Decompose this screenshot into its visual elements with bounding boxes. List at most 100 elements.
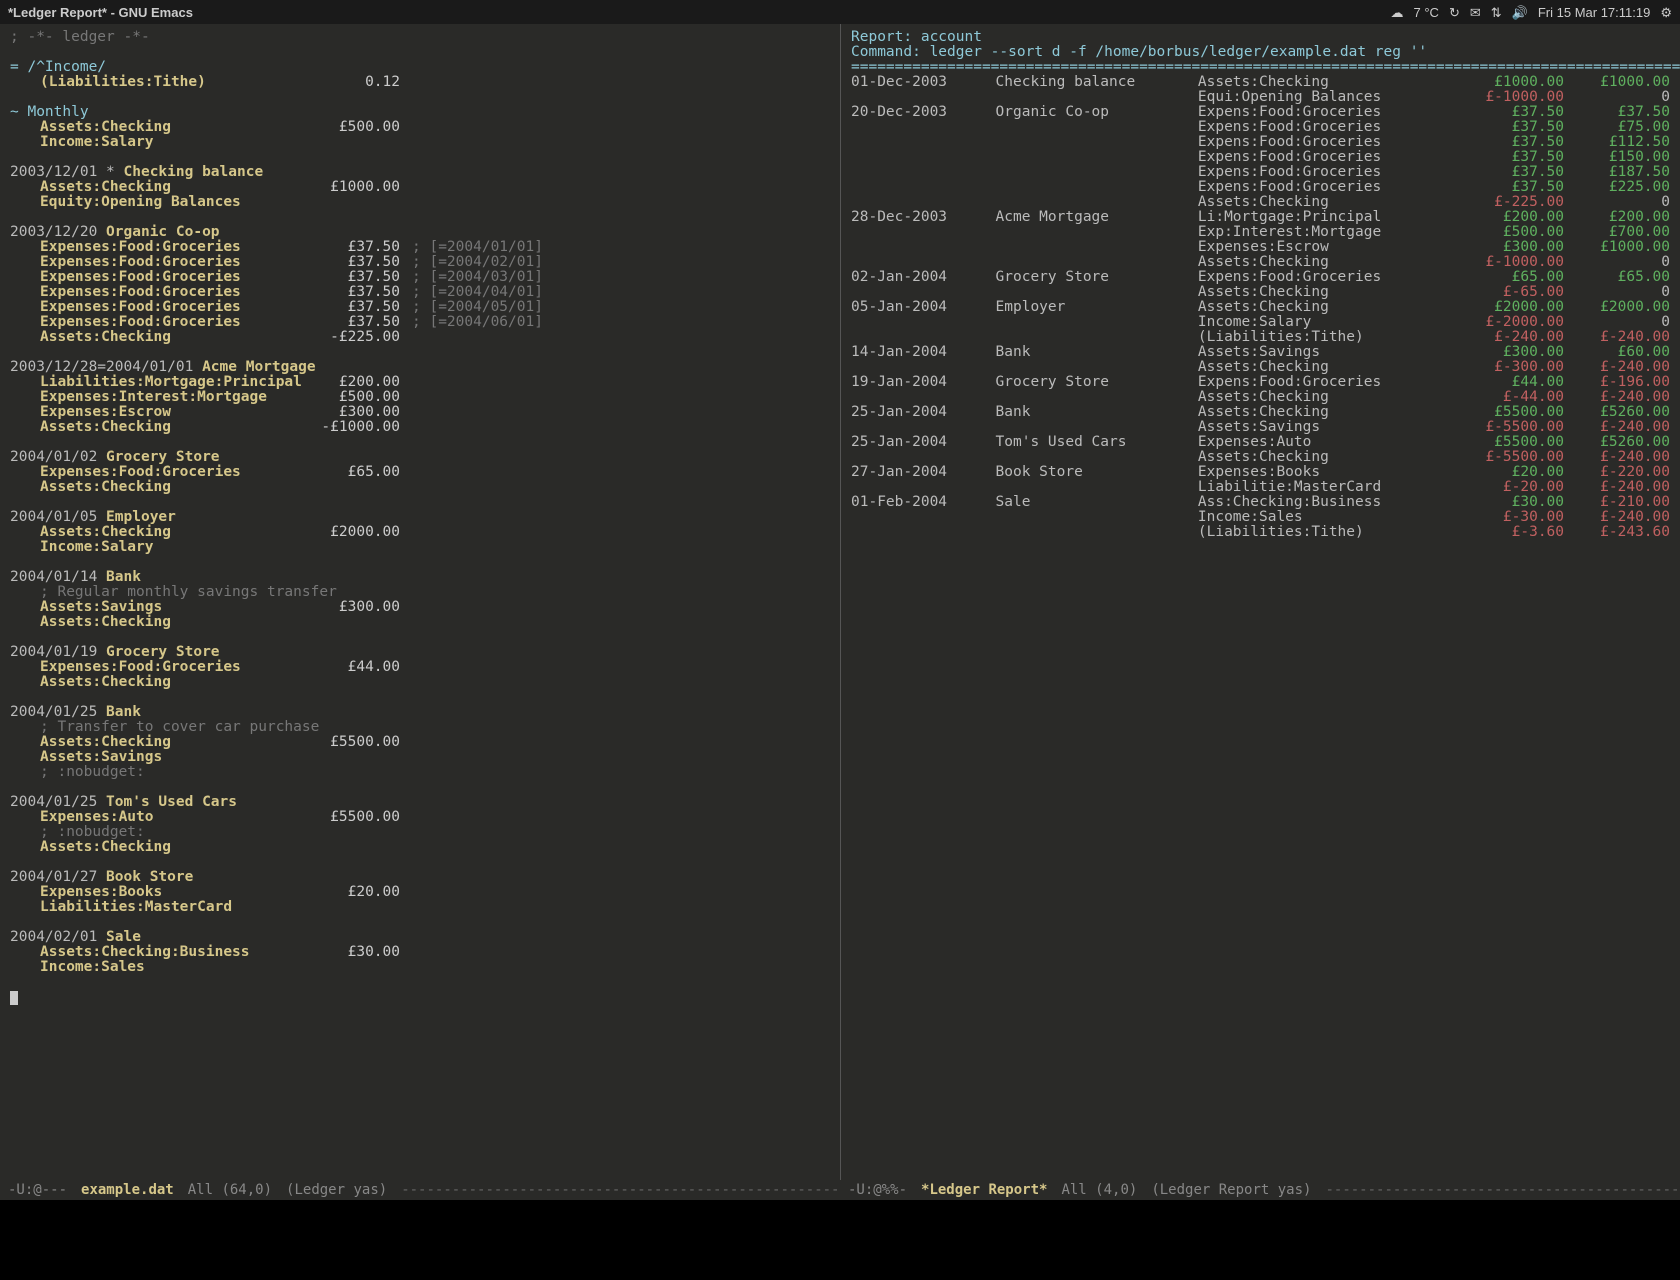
- refresh-icon[interactable]: ↻: [1449, 6, 1460, 19]
- posting: Expenses:Food:Groceries£37.50; [=2004/06…: [10, 315, 830, 330]
- posting: Assets:Checking£2000.00: [10, 525, 830, 540]
- report-row: 01-Dec-2003Checking balanceAssets:Checki…: [851, 75, 1670, 90]
- txn-head: 2004/01/25 Tom's Used Cars: [10, 795, 830, 810]
- txn-head: 2004/01/25 Bank: [10, 705, 830, 720]
- txn-head: 2004/01/19 Grocery Store: [10, 645, 830, 660]
- text-cursor: [10, 991, 18, 1005]
- posting: Expenses:Food:Groceries£37.50; [=2004/04…: [10, 285, 830, 300]
- txn-head: 2004/02/01 Sale: [10, 930, 830, 945]
- report-row: (Liabilities:Tithe)£-3.60£-243.60: [851, 525, 1670, 540]
- txn-head: 2004/01/02 Grocery Store: [10, 450, 830, 465]
- desktop-topbar: *Ledger Report* - GNU Emacs ☁ 7 °C ↻ ✉ ⇅…: [0, 0, 1680, 24]
- window-title: *Ledger Report* - GNU Emacs: [8, 6, 193, 19]
- report-row: Expens:Food:Groceries£37.50£225.00: [851, 180, 1670, 195]
- posting: Expenses:Food:Groceries£37.50; [=2004/01…: [10, 240, 830, 255]
- report-rule: ========================================…: [851, 60, 1670, 75]
- report-row: Equi:Opening Balances£-1000.000: [851, 90, 1670, 105]
- modeline-pos: All (4,0): [1061, 1183, 1137, 1197]
- report-row: Assets:Savings£-5500.00£-240.00: [851, 420, 1670, 435]
- report-row: Liabilitie:MasterCard£-20.00£-240.00: [851, 480, 1670, 495]
- posting: Expenses:Food:Groceries£65.00: [10, 465, 830, 480]
- posting: Income:Salary: [10, 540, 830, 555]
- mail-icon[interactable]: ✉: [1470, 6, 1481, 19]
- settings-icon[interactable]: ⚙: [1660, 6, 1672, 19]
- posting: Assets:Checking-£1000.00: [10, 420, 830, 435]
- posting: Assets:Checking£500.00: [10, 120, 830, 135]
- report-row: (Liabilities:Tithe)£-240.00£-240.00: [851, 330, 1670, 345]
- volume-icon[interactable]: 🔊: [1512, 6, 1528, 19]
- report-row: 20-Dec-2003Organic Co-opExpens:Food:Groc…: [851, 105, 1670, 120]
- posting: Assets:Checking: [10, 480, 830, 495]
- report-row: Expens:Food:Groceries£37.50£75.00: [851, 120, 1670, 135]
- modeline-mode: (Ledger Report yas): [1151, 1183, 1311, 1197]
- modeline-flags: -U:@---: [8, 1183, 67, 1197]
- network-icon[interactable]: ⇅: [1491, 6, 1502, 19]
- report-row: 14-Jan-2004BankAssets:Savings£300.00£60.…: [851, 345, 1670, 360]
- posting: Expenses:Interest:Mortgage£500.00: [10, 390, 830, 405]
- txn-head: 2003/12/28=2004/01/01 Acme Mortgage: [10, 360, 830, 375]
- modeline-flags: -U:@%%-: [848, 1183, 907, 1197]
- txn-head: 2004/01/05 Employer: [10, 510, 830, 525]
- txn-note: ; Regular monthly savings transfer: [10, 585, 830, 600]
- report-row: Income:Salary£-2000.000: [851, 315, 1670, 330]
- txn-note: ; Transfer to cover car purchase: [10, 720, 830, 735]
- report-row: Assets:Checking£-44.00£-240.00: [851, 390, 1670, 405]
- report-row: 01-Feb-2004SaleAss:Checking:Business£30.…: [851, 495, 1670, 510]
- modeline-row: -U:@--- example.dat All (64,0) (Ledger y…: [0, 1180, 1680, 1200]
- report-row: 02-Jan-2004Grocery StoreExpens:Food:Groc…: [851, 270, 1670, 285]
- modeline-fill: ----------------------------------------…: [401, 1183, 840, 1197]
- posting: Assets:Checking: [10, 615, 830, 630]
- report-row: 25-Jan-2004BankAssets:Checking£5500.00£5…: [851, 405, 1670, 420]
- modeline-pos: All (64,0): [188, 1183, 272, 1197]
- posting: Assets:Savings: [10, 750, 830, 765]
- posting: Assets:Checking£1000.00: [10, 180, 830, 195]
- posting: Equity:Opening Balances: [10, 195, 830, 210]
- modeline-fill: ----------------------------------------…: [1325, 1183, 1680, 1197]
- posting: Expenses:Food:Groceries£37.50; [=2004/05…: [10, 300, 830, 315]
- posting: Assets:Checking: [10, 840, 830, 855]
- frame-bottom-gap: [0, 1200, 1680, 1280]
- modeline-buffer: *Ledger Report*: [921, 1183, 1047, 1197]
- report-row: 27-Jan-2004Book StoreExpenses:Books£20.0…: [851, 465, 1670, 480]
- report-row: 25-Jan-2004Tom's Used CarsExpenses:Auto£…: [851, 435, 1670, 450]
- report-row: Assets:Checking£-225.000: [851, 195, 1670, 210]
- posting: Liabilities:MasterCard: [10, 900, 830, 915]
- weather-icon: ☁: [1391, 6, 1404, 19]
- report-row: 28-Dec-2003Acme MortgageLi:Mortgage:Prin…: [851, 210, 1670, 225]
- modeline-right: -U:@%%- *Ledger Report* All (4,0) (Ledge…: [840, 1180, 1680, 1200]
- posting: Income:Salary: [10, 135, 830, 150]
- ledger-report-buffer[interactable]: Report: accountCommand: ledger --sort d …: [840, 24, 1680, 1180]
- report-row: Assets:Checking£-1000.000: [851, 255, 1670, 270]
- report-row: 19-Jan-2004Grocery StoreExpens:Food:Groc…: [851, 375, 1670, 390]
- posting: Assets:Checking: [10, 675, 830, 690]
- txn-note: ; :nobudget:: [10, 765, 830, 780]
- report-row: Expens:Food:Groceries£37.50£187.50: [851, 165, 1670, 180]
- posting: Expenses:Escrow£300.00: [10, 405, 830, 420]
- clock-text: Fri 15 Mar 17:11:19: [1538, 6, 1650, 19]
- posting: Liabilities:Mortgage:Principal£200.00: [10, 375, 830, 390]
- posting: Assets:Checking-£225.00: [10, 330, 830, 345]
- posting: Expenses:Food:Groceries£37.50; [=2004/03…: [10, 270, 830, 285]
- report-row: Assets:Checking£-300.00£-240.00: [851, 360, 1670, 375]
- txn-head: 2003/12/20 Organic Co-op: [10, 225, 830, 240]
- posting: Expenses:Food:Groceries£44.00: [10, 660, 830, 675]
- source-comment: ; -*- ledger -*-: [10, 30, 830, 45]
- report-row: Exp:Interest:Mortgage£500.00£700.00: [851, 225, 1670, 240]
- posting: Income:Sales: [10, 960, 830, 975]
- report-command: Command: ledger --sort d -f /home/borbus…: [851, 45, 1670, 60]
- system-tray: ☁ 7 °C ↻ ✉ ⇅ 🔊 Fri 15 Mar 17:11:19 ⚙: [1391, 6, 1672, 19]
- modeline-mode: (Ledger yas): [286, 1183, 387, 1197]
- modeline-buffer: example.dat: [81, 1183, 174, 1197]
- report-row: Assets:Checking£-5500.00£-240.00: [851, 450, 1670, 465]
- directive-head: ~ Monthly: [10, 105, 830, 120]
- report-row: Expenses:Escrow£300.00£1000.00: [851, 240, 1670, 255]
- posting: Expenses:Food:Groceries£37.50; [=2004/02…: [10, 255, 830, 270]
- report-row: Expens:Food:Groceries£37.50£150.00: [851, 150, 1670, 165]
- ledger-source-buffer[interactable]: ; -*- ledger -*- = /^Income/(Liabilities:…: [0, 24, 840, 1180]
- modeline-left: -U:@--- example.dat All (64,0) (Ledger y…: [0, 1180, 840, 1200]
- txn-head: 2003/12/01 * Checking balance: [10, 165, 830, 180]
- txn-head: 2004/01/14 Bank: [10, 570, 830, 585]
- posting: (Liabilities:Tithe)0.12: [10, 75, 830, 90]
- posting: Assets:Checking:Business£30.00: [10, 945, 830, 960]
- directive-head: = /^Income/: [10, 60, 830, 75]
